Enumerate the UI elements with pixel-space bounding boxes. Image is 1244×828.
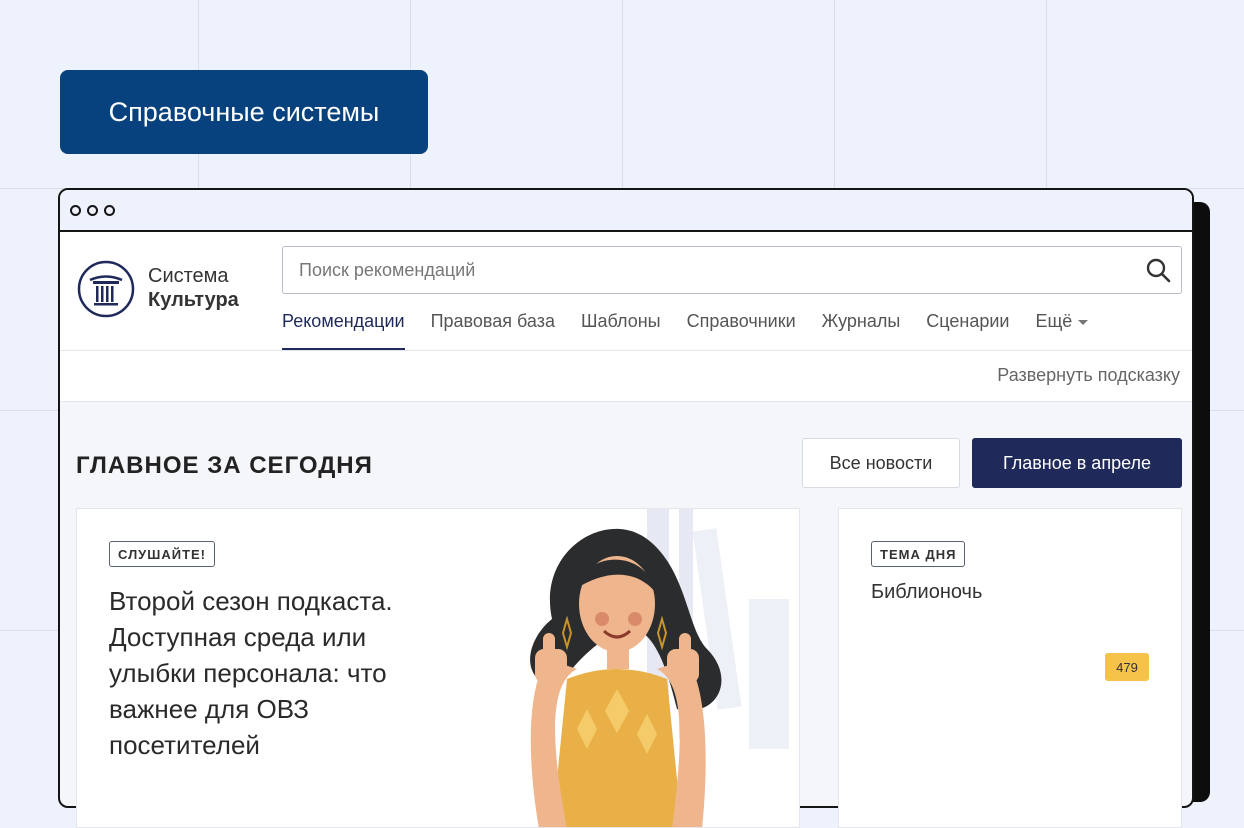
april-highlights-button[interactable]: Главное в апреле — [972, 438, 1182, 488]
topic-badge: ТЕМА ДНЯ — [871, 541, 966, 567]
topic-card[interactable]: ТЕМА ДНЯ Библионочь 479 — [838, 508, 1182, 828]
topic-title[interactable]: Библионочь — [871, 581, 982, 604]
promo-label: Справочные системы — [60, 70, 428, 154]
news-card[interactable]: СЛУШАЙТЕ! Второй сезон подкаста. Доступн… — [76, 508, 800, 828]
card-badge: СЛУШАЙТЕ! — [109, 541, 216, 567]
topic-count-badge: 479 — [1105, 653, 1149, 681]
section-title: ГЛАВНОЕ ЗА СЕГОДНЯ — [76, 452, 373, 479]
card-headline[interactable]: Второй сезон подкаста. Доступная среда и… — [109, 583, 449, 763]
content-area: ГЛАВНОЕ ЗА СЕГОДНЯ Все новости Главное в… — [60, 190, 1192, 828]
all-news-button[interactable]: Все новости — [802, 438, 960, 488]
woman-thumbs-up-illustration — [530, 509, 789, 827]
